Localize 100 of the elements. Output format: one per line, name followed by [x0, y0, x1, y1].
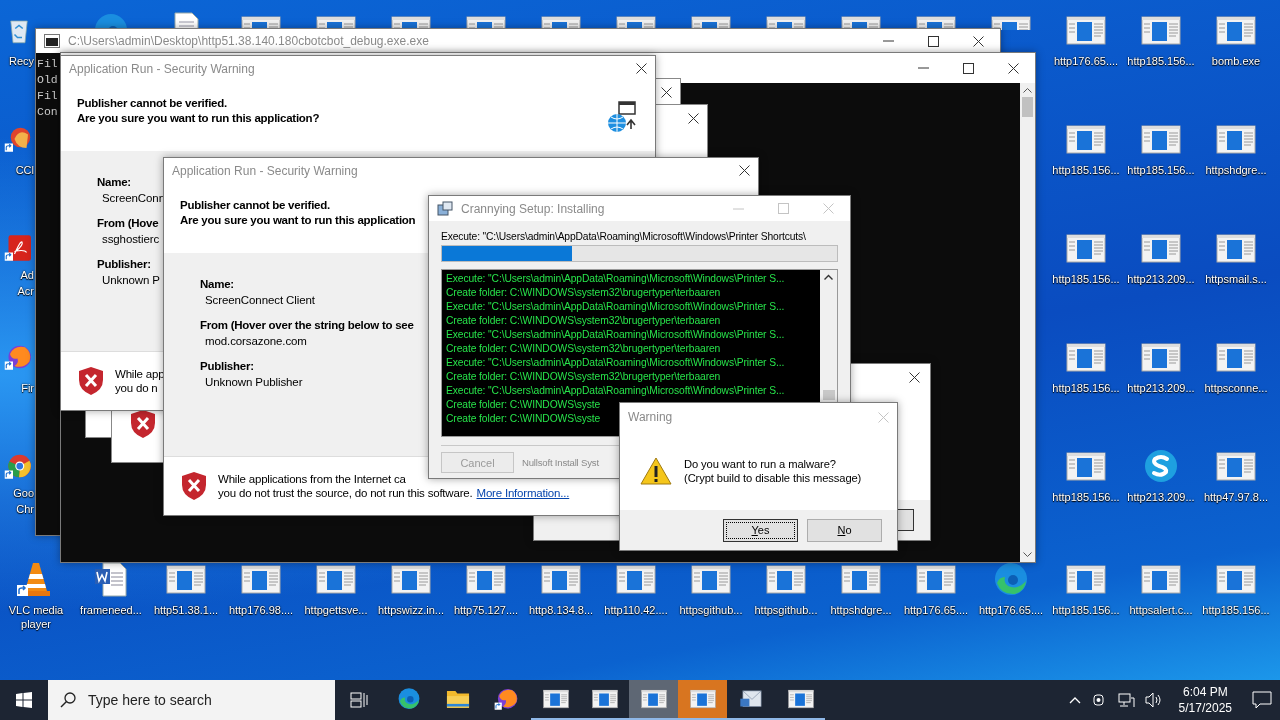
close-icon[interactable] — [973, 35, 984, 47]
icon-label: httpshdgre... — [1205, 163, 1267, 177]
icon-label: http176.65.... — [1053, 54, 1119, 68]
icon-label: http176.98.... — [228, 603, 294, 617]
log-line: Create folder: C:\WINDOWS\syste — [446, 412, 601, 426]
icon-label: http185.156... — [1052, 272, 1120, 286]
speaker-icon[interactable] — [1144, 692, 1163, 708]
console-text: Old — [37, 72, 58, 88]
icon-label: http75.127.... — [453, 603, 519, 617]
close-icon[interactable] — [1008, 62, 1019, 74]
network-icon[interactable] — [1116, 692, 1135, 708]
icon-label: http185.156... — [1202, 603, 1270, 617]
icon-label: httpsconne... — [1204, 381, 1268, 395]
window-file-icon[interactable] — [542, 687, 569, 711]
warning-heading: Are you sure you want to run this application? — [77, 112, 320, 124]
log-line: Create folder: C:\WINDOWS\system32\brugertyper\terbaaren — [446, 286, 721, 300]
task-view-icon[interactable] — [350, 692, 370, 708]
warning-heading: Publisher cannot be verified. — [180, 199, 330, 211]
message-text: Do you want to run a malware? — [684, 457, 836, 470]
window-title: C:\Users\admin\Desktop\http51.38.140.180cbotcbot_debug.exe.exe — [68, 34, 429, 48]
console-icon — [44, 34, 60, 48]
icon-label: httpgettsve... — [304, 603, 368, 617]
field-label: From (Hove — [97, 217, 159, 229]
windows-logo-icon[interactable] — [16, 692, 32, 708]
window-title: Crannying Setup: Installing — [461, 201, 605, 216]
log-line: Execute: "C:\Users\admin\AppData\Roaming\Microsoft\Windows\Printer S... — [446, 384, 785, 398]
icon-label: http51.38.1... — [153, 603, 219, 617]
maximize-icon[interactable] — [963, 62, 974, 74]
close-icon[interactable] — [909, 372, 920, 383]
icon-label: http185.156... — [1052, 381, 1120, 395]
browser-icon[interactable] — [493, 687, 520, 711]
scrollbar-thumb[interactable] — [822, 390, 835, 400]
field-value: mod.corsazone.com — [204, 335, 307, 347]
dialog-button[interactable]: Yes — [723, 518, 798, 542]
chevron-up-icon[interactable] — [1068, 696, 1081, 704]
warning-heading: Publisher cannot be verified. — [77, 97, 227, 109]
field-value: Unknown Publisher — [204, 376, 303, 388]
icon-label: Chr — [16, 502, 34, 516]
close-icon[interactable] — [688, 113, 699, 124]
notification-icon[interactable] — [1252, 691, 1272, 709]
shield-icon — [181, 471, 207, 501]
icon-label: http213.209... — [1127, 272, 1195, 286]
icon-label: Goo — [13, 486, 34, 500]
console-text: Con — [37, 104, 58, 120]
icon-label: bomb.exe — [1211, 54, 1261, 68]
scroll-up-icon[interactable] — [824, 274, 833, 280]
icon-label: VLC media player — [7, 603, 65, 631]
field-value: ScreenConn — [101, 192, 165, 204]
log-line: Execute: "C:\Users\admin\AppData\Roaming\Microsoft\Windows\Printer S... — [446, 272, 785, 286]
icon-label: httpsgithub... — [679, 603, 743, 617]
window-file-icon[interactable] — [787, 687, 814, 711]
close-icon[interactable] — [636, 63, 647, 74]
window-title: Application Run - Security Warning — [172, 163, 358, 178]
icon-label: CCl — [15, 163, 34, 177]
warning-heading: Are you sure you want to run this application — [180, 214, 416, 226]
field-label: Name: — [200, 278, 234, 290]
installer-icon — [437, 201, 453, 216]
log-line: Execute: "C:\Users\admin\AppData\Roaming\Microsoft\Windows\Printer S... — [446, 300, 785, 314]
log-line: Execute: "C:\Users\admin\AppData\Roaming\Microsoft\Windows\Printer S... — [446, 356, 785, 370]
close-icon[interactable] — [739, 165, 750, 176]
more-information-link[interactable]: More Information... — [476, 487, 570, 499]
icon-label: http176.65.... — [978, 603, 1044, 617]
icon-label: http176.65.... — [903, 603, 969, 617]
clock[interactable]: 6:04 PM 5/17/2025 — [1172, 684, 1242, 716]
icon-label: httpsalert.c... — [1129, 603, 1193, 617]
log-line: Create folder: C:\WINDOWS\system32\brugertyper\terbaaren — [446, 314, 721, 328]
maximize-icon[interactable] — [928, 35, 939, 47]
warning-text: While applications from the Internet ca — [218, 473, 406, 485]
field-label: Name: — [97, 176, 131, 188]
branding-text: Nullsoft Install Syst — [522, 457, 599, 468]
icon-label: httpswizz.in... — [378, 603, 444, 617]
dialog-button[interactable]: No — [807, 518, 882, 542]
icon-label: http213.209... — [1127, 381, 1195, 395]
close-icon[interactable] — [661, 87, 672, 98]
globe-window-icon — [607, 101, 637, 133]
icon-label: http213.209... — [1127, 490, 1195, 504]
console-text: Fil — [37, 88, 58, 104]
log-line: Execute: "C:\Users\admin\AppData\Roaming\Microsoft\Windows\Printer S... — [446, 328, 785, 342]
window-title: Warning — [628, 410, 673, 424]
scroll-up-icon[interactable] — [1023, 87, 1032, 93]
log-line: Create folder: C:\WINDOWS\system32\brugertyper\terbaaren — [446, 342, 721, 356]
icon-label: http8.134.8... — [528, 603, 594, 617]
scrollbar-thumb[interactable] — [1022, 97, 1033, 117]
search-field[interactable]: Type here to search — [48, 680, 335, 720]
window-file-icon[interactable] — [591, 687, 618, 711]
icon-label: httpsmail.s... — [1205, 272, 1267, 286]
icon-label: Recy — [8, 54, 34, 68]
console-text: Fil — [37, 56, 58, 72]
field-value: ScreenConnect Client — [204, 294, 315, 306]
meet-icon[interactable] — [1090, 692, 1107, 708]
icon-label: http47.97.8... — [1203, 490, 1269, 504]
status-text: Execute: "C:\Users\admin\AppData\Roaming\Microsoft\Windows\Printer Shortcuts\ — [441, 231, 807, 242]
scroll-down-icon[interactable] — [1023, 552, 1032, 558]
warning-text: you do not trust the source, do not run this software. — [218, 487, 473, 499]
icon-label: frameneed... — [80, 603, 142, 617]
field-value: ssghostierc — [101, 233, 160, 245]
icon-label: Fir — [21, 381, 34, 395]
log-line: Create folder: C:\WINDOWS\syste — [446, 398, 601, 412]
scrollbar[interactable] — [1020, 83, 1035, 562]
field-label: From (Hover over the string below to see — [200, 319, 414, 331]
